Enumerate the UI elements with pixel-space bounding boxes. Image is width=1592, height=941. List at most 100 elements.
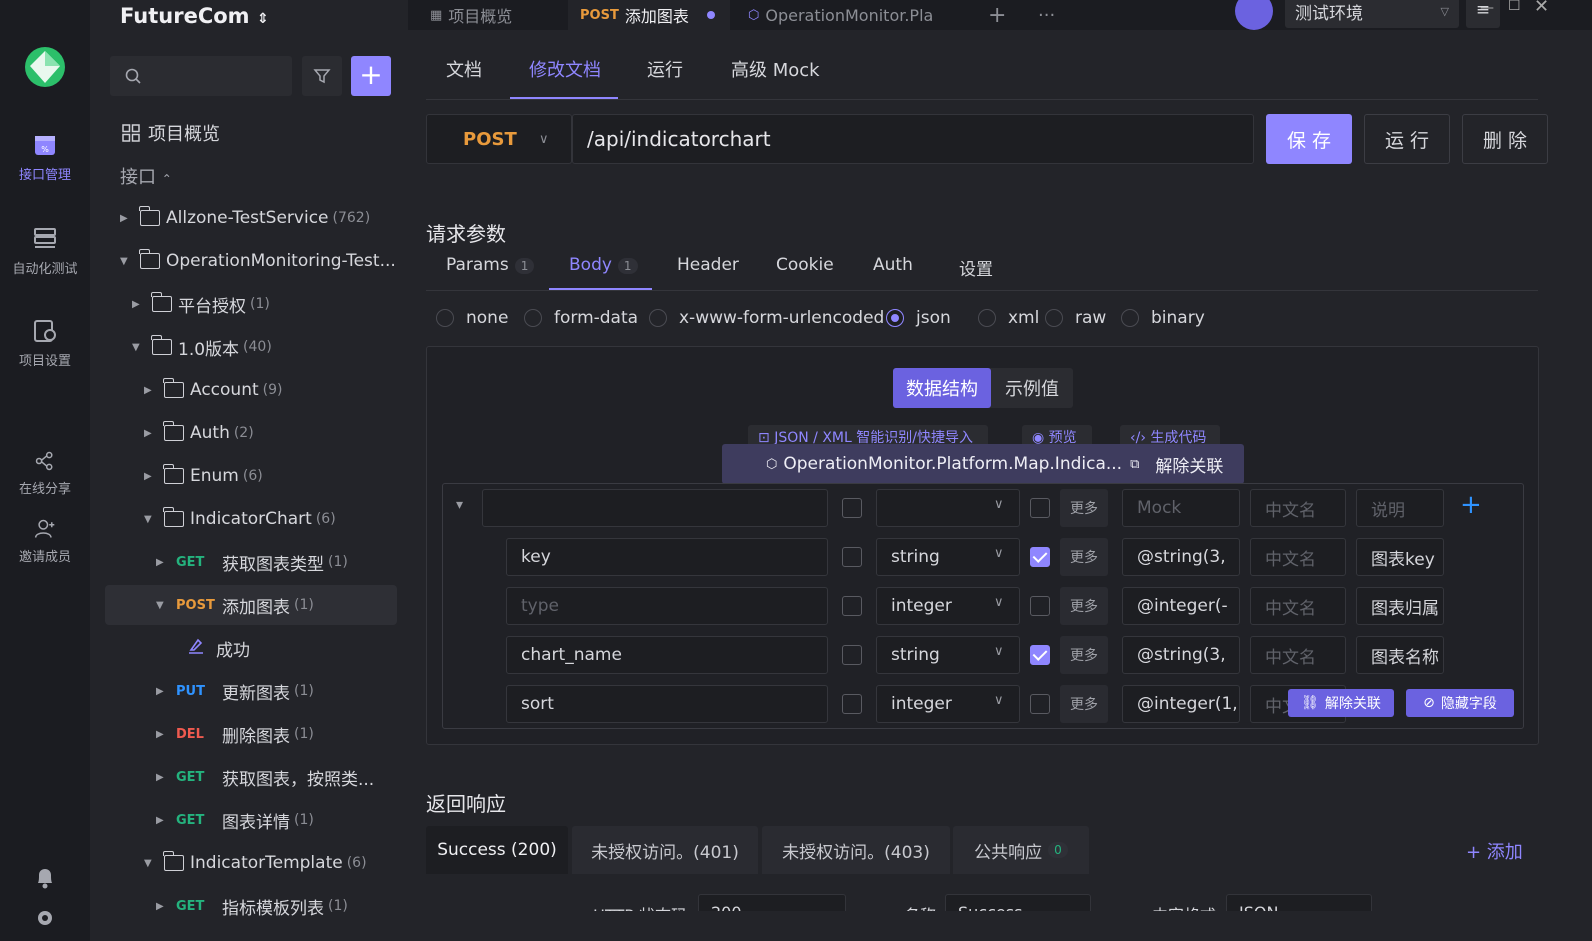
chinese-name-input[interactable]: 中文名: [1250, 587, 1346, 625]
tab-model[interactable]: ⬡ OperationMonitor.Pla: [748, 0, 933, 30]
unlink-field-button[interactable]: ⛓ 解除关联: [1288, 689, 1394, 717]
tree-api-item[interactable]: ▼ POST 添加图表 (1): [105, 585, 397, 625]
param-tab-body[interactable]: Body 1: [569, 255, 638, 275]
tab-doc[interactable]: 文档: [446, 56, 482, 82]
tree-case-item[interactable]: 成功: [186, 628, 250, 668]
status-code-input[interactable]: 200: [698, 894, 846, 911]
response-name-input[interactable]: Success: [945, 894, 1091, 911]
caret-right-icon[interactable]: ▶: [156, 772, 170, 783]
more-options-button[interactable]: 更多: [1060, 489, 1108, 527]
required-checkbox[interactable]: [1030, 596, 1050, 616]
required-checkbox[interactable]: [1030, 498, 1050, 518]
tree-api-item[interactable]: ▶ GET 图表详情 (1): [156, 800, 314, 840]
workspace-switcher[interactable]: FutureCom ⇕: [120, 4, 269, 28]
caret-right-icon[interactable]: ▶: [144, 385, 158, 396]
sync-button[interactable]: [1235, 0, 1273, 30]
minimize-button[interactable]: —: [1480, 0, 1494, 16]
description-input[interactable]: 图表名称: [1356, 636, 1444, 674]
tab-project-overview[interactable]: ▦ 项目概览: [430, 0, 512, 30]
more-options-button[interactable]: 更多: [1060, 538, 1108, 576]
method-select[interactable]: POST ∨: [426, 114, 572, 164]
new-tab-button[interactable]: +: [988, 0, 1006, 30]
caret-right-icon[interactable]: ▶: [144, 471, 158, 482]
nullable-checkbox[interactable]: [842, 596, 862, 616]
chinese-name-input[interactable]: 中文名: [1250, 538, 1346, 576]
description-input[interactable]: 说明: [1356, 489, 1444, 527]
add-response-button[interactable]: + 添加: [1466, 838, 1523, 864]
field-name-input[interactable]: sort: [506, 685, 828, 723]
field-name-input[interactable]: chart_name: [506, 636, 828, 674]
open-link-icon[interactable]: ⧉: [1130, 457, 1139, 472]
param-tab-设置[interactable]: 设置: [959, 255, 993, 280]
body-type-json[interactable]: json: [886, 308, 951, 328]
toggle-example[interactable]: 示例值: [991, 368, 1073, 408]
nullable-checkbox[interactable]: [842, 547, 862, 567]
tab-run[interactable]: 运行: [647, 56, 683, 82]
tree-api-item[interactable]: ▶ PUT 更新图表 (1): [156, 671, 314, 711]
nullable-checkbox[interactable]: [842, 645, 862, 665]
delete-button[interactable]: 删 除: [1462, 114, 1548, 164]
tree-search-input[interactable]: [110, 56, 292, 96]
caret-down-icon[interactable]: ▼: [120, 256, 134, 267]
project-overview-link[interactable]: 项目概览: [122, 120, 220, 146]
rail-item-interfaces[interactable]: % 接口管理: [0, 132, 90, 183]
caret-right-icon[interactable]: ▶: [156, 815, 170, 826]
chinese-name-input[interactable]: 中文名: [1250, 489, 1346, 527]
mock-input[interactable]: Mock: [1122, 489, 1240, 527]
filter-button[interactable]: [302, 56, 342, 96]
tree-folder[interactable]: ▶ Allzone-TestService (762): [120, 198, 370, 238]
tree-folder[interactable]: ▶ Account (9): [144, 370, 282, 410]
body-type-binary[interactable]: binary: [1121, 308, 1205, 328]
rail-item-automation[interactable]: 自动化测试: [0, 226, 90, 277]
more-options-button[interactable]: 更多: [1060, 636, 1108, 674]
bell-icon[interactable]: [35, 867, 55, 889]
mock-input[interactable]: @integer(1,: [1122, 685, 1240, 723]
description-input[interactable]: 图表key: [1356, 538, 1444, 576]
response-tab[interactable]: 未授权访问。(401): [572, 826, 758, 874]
description-input[interactable]: 图表归属: [1356, 587, 1444, 625]
url-input[interactable]: /api/indicatorchart: [572, 114, 1254, 164]
body-type-xml[interactable]: xml: [978, 308, 1039, 328]
tree-folder[interactable]: ▼ IndicatorTemplate (6): [144, 843, 367, 883]
tree-api-item[interactable]: ▶ GET 获取图表，按照类...: [156, 757, 374, 797]
rail-item-project-settings[interactable]: 项目设置: [0, 318, 90, 369]
tree-folder[interactable]: ▼ IndicatorChart (6): [144, 499, 336, 539]
body-type-x-www-form-urlencoded[interactable]: x-www-form-urlencoded: [649, 308, 884, 328]
param-tab-cookie[interactable]: Cookie: [776, 255, 834, 275]
nullable-checkbox[interactable]: [842, 694, 862, 714]
caret-down-icon[interactable]: ▾: [456, 497, 463, 513]
tree-folder[interactable]: ▶ 平台授权 (1): [132, 284, 270, 324]
run-button[interactable]: 运 行: [1364, 114, 1450, 164]
interfaces-section-toggle[interactable]: 接口 ⌃: [120, 163, 172, 189]
response-tab[interactable]: Success (200): [426, 826, 568, 874]
caret-down-icon[interactable]: ▼: [144, 514, 158, 525]
unlink-button[interactable]: 解除关联: [1155, 452, 1223, 477]
chinese-name-input[interactable]: 中文名: [1250, 636, 1346, 674]
nullable-checkbox[interactable]: [842, 498, 862, 518]
tree-folder[interactable]: ▼ OperationMonitoring-Test...: [120, 241, 396, 281]
required-checkbox[interactable]: [1030, 547, 1050, 567]
tree-api-item[interactable]: ▶ GET 指标模板列表 (1): [156, 886, 348, 926]
tree-folder[interactable]: ▼ 1.0版本 (40): [132, 327, 272, 367]
mock-input[interactable]: @string(3,: [1122, 538, 1240, 576]
tab-edit-doc[interactable]: 修改文档: [529, 56, 601, 82]
more-options-button[interactable]: 更多: [1060, 587, 1108, 625]
caret-right-icon[interactable]: ▶: [132, 299, 146, 310]
app-logo[interactable]: [24, 46, 66, 88]
hide-field-button[interactable]: ⊘ 隐藏字段: [1406, 689, 1514, 717]
body-type-form-data[interactable]: form-data: [524, 308, 638, 328]
gear-icon[interactable]: [35, 908, 55, 928]
tree-api-item[interactable]: ▶ GET 获取图表类型 (1): [156, 542, 348, 582]
caret-right-icon[interactable]: ▶: [156, 557, 170, 568]
response-tab[interactable]: 未授权访问。(403): [762, 826, 950, 874]
param-tab-params[interactable]: Params 1: [446, 255, 535, 275]
param-tab-header[interactable]: Header: [677, 255, 739, 275]
caret-right-icon[interactable]: ▶: [156, 729, 170, 740]
mock-input[interactable]: @integer(-: [1122, 587, 1240, 625]
caret-right-icon[interactable]: ▶: [120, 213, 134, 224]
rail-item-share[interactable]: 在线分享: [0, 450, 90, 497]
add-button[interactable]: +: [351, 56, 391, 96]
field-name-input[interactable]: type: [506, 587, 828, 625]
more-tabs-button[interactable]: ···: [1038, 0, 1055, 30]
close-icon[interactable]: ✕: [1534, 0, 1549, 17]
